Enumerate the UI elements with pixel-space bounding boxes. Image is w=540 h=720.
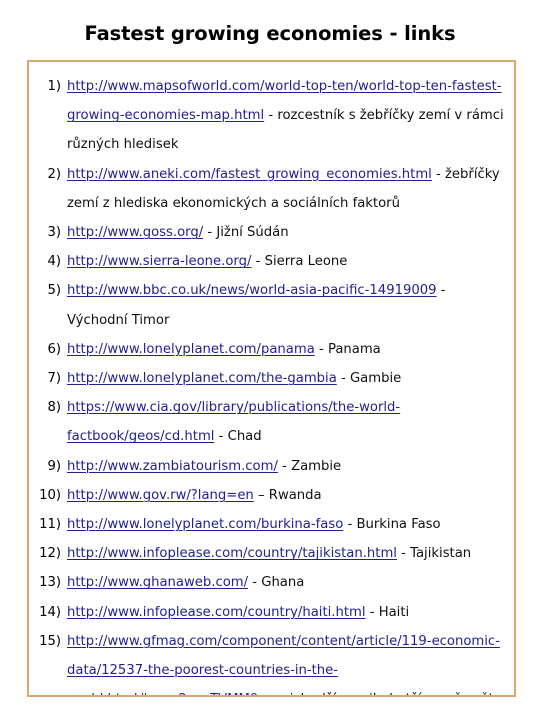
list-item-number: 5) [47,283,61,299]
link-separator: - [343,517,357,533]
list-item-number: 6) [47,341,61,357]
link-url[interactable]: http://www.infoplease.com/country/haiti.… [67,605,366,620]
list-item-number: 8) [47,400,61,416]
link-description: Panama [327,341,381,357]
list-item-body: https://www.cia.gov/library/publications… [67,393,506,451]
list-item-body: http://www.bbc.co.uk/news/world-asia-pac… [67,276,506,334]
list-item-body: http://www.lonelyplanet.com/burkina-faso… [67,510,506,539]
link-url[interactable]: http://www.lonelyplanet.com/the-gambia [67,371,337,386]
list-item-body: http://www.ghanaweb.com/ - Ghana [67,568,506,597]
list-item-body: http://www.mapsofworld.com/world-top-ten… [67,72,506,160]
link-url[interactable]: http://www.lonelyplanet.com/burkina-faso [67,517,343,532]
link-url[interactable]: http://www.zambiatourism.com/ [67,459,278,474]
list-item: 2) http://www.aneki.com/fastest_growing_e… [37,160,506,218]
list-item: 12) http://www.infoplease.com/country/taj… [37,539,506,568]
list-item: 15) http://www.gfmag.com/component/conten… [37,627,506,695]
links-content-box: 1) http://www.mapsofworld.com/world-top-t… [27,60,516,697]
link-url[interactable]: http://www.gfmag.com/component/content/a… [67,634,500,695]
link-separator: – [253,487,269,503]
link-separator: - [436,283,446,299]
link-separator: - [251,254,265,270]
list-item-body: http://www.aneki.com/fastest_growing_eco… [67,160,506,218]
link-url[interactable]: http://www.goss.org/ [67,225,203,240]
link-description: Jižní Súdán [216,225,289,241]
list-item-number: 7) [47,371,61,387]
link-description: Ghana [261,575,305,591]
list-item-number: 14) [39,604,61,620]
link-separator: - [203,225,217,241]
link-separator: – [258,692,273,695]
link-separator: - [314,341,328,357]
slide: Fastest growing economies - links 1) http… [0,0,540,720]
list-item: 11) http://www.lonelyplanet.com/burkina-f… [37,510,506,539]
link-description: nejchudší a nejbohatší země světa [273,692,502,695]
list-item-body: http://www.gov.rw/?lang=en – Rwanda [67,481,506,510]
link-description: Sierra Leone [264,254,348,270]
link-url[interactable]: http://www.ghanaweb.com/ [67,575,248,590]
link-separator: - [264,108,278,124]
list-item-number: 3) [47,225,61,241]
list-item: 9) http://www.zambiatourism.com/ - Zambie [37,452,506,481]
link-description: Burkina Faso [356,517,441,533]
link-separator: - [431,166,445,182]
link-url[interactable]: http://www.aneki.com/fastest_growing_eco… [67,167,432,182]
link-url[interactable]: http://www.infoplease.com/country/tajiki… [67,546,397,561]
list-item-number: 4) [47,254,61,270]
links-list: 1) http://www.mapsofworld.com/world-top-t… [37,72,506,695]
list-item-body: http://www.infoplease.com/country/haiti.… [67,598,506,627]
list-item-number: 10) [39,487,61,503]
link-url[interactable]: http://www.sierra-leone.org/ [67,254,251,269]
link-separator: - [365,604,379,620]
list-item-body: http://www.gfmag.com/component/content/a… [67,627,506,695]
link-separator: - [214,429,228,445]
list-item: 14) http://www.infoplease.com/country/hai… [37,598,506,627]
list-item-number: 1) [47,79,61,94]
list-item-body: http://www.goss.org/ - Jižní Súdán [67,218,506,247]
link-description: Rwanda [268,487,322,503]
link-description: Zambie [291,458,342,474]
link-description: Haiti [378,604,410,620]
list-item: 8) https://www.cia.gov/library/publicatio… [37,393,506,451]
link-description: Chad [227,429,262,445]
link-url[interactable]: http://www.bbc.co.uk/news/world-asia-pac… [67,283,437,298]
list-item-body: http://www.zambiatourism.com/ - Zambie [67,452,506,481]
list-item: 1) http://www.mapsofworld.com/world-top-t… [37,72,506,160]
list-item-body: http://www.infoplease.com/country/tajiki… [67,539,506,568]
list-item: 10) http://www.gov.rw/?lang=en – Rwanda [37,481,506,510]
list-item-number: 9) [47,458,61,474]
list-item: 5) http://www.bbc.co.uk/news/world-asia-p… [37,276,506,334]
list-item: 7) http://www.lonelyplanet.com/the-gambia… [37,364,506,393]
link-description: Tajikistan [410,546,472,562]
list-item-number: 15) [39,633,61,649]
list-item-body: http://www.sierra-leone.org/ - Sierra Le… [67,247,506,276]
page-title: Fastest growing economies - links [84,22,456,45]
list-item-number: 11) [39,517,61,533]
list-item: 4) http://www.sierra-leone.org/ - Sierra … [37,247,506,276]
link-separator: - [277,458,292,474]
link-url[interactable]: http://www.gov.rw/?lang=en [67,488,254,503]
link-separator: - [396,546,411,562]
link-description: Gambie [349,371,402,387]
link-url[interactable]: http://www.lonelyplanet.com/panama [67,342,315,357]
link-separator: - [336,371,350,387]
list-item-number: 2) [47,166,61,182]
link-separator: - [248,575,262,591]
list-item: 13) http://www.ghanaweb.com/ - Ghana [37,568,506,597]
list-item: 3) http://www.goss.org/ - Jižní Súdán [37,218,506,247]
list-item-number: 13) [39,575,61,591]
list-item-number: 12) [39,546,61,562]
list-item-body: http://www.lonelyplanet.com/the-gambia -… [67,364,506,393]
list-item-body: http://www.lonelyplanet.com/panama - Pan… [67,335,506,364]
list-item: 6) http://www.lonelyplanet.com/panama - P… [37,335,506,364]
link-description: Východní Timor [67,312,170,328]
